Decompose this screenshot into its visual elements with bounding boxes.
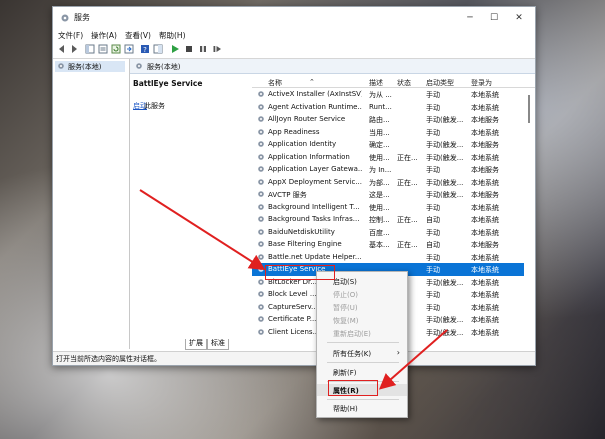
arrow-to-service: [139, 189, 266, 271]
arrow-to-properties: [378, 329, 448, 390]
annotation-arrows: [139, 189, 448, 390]
